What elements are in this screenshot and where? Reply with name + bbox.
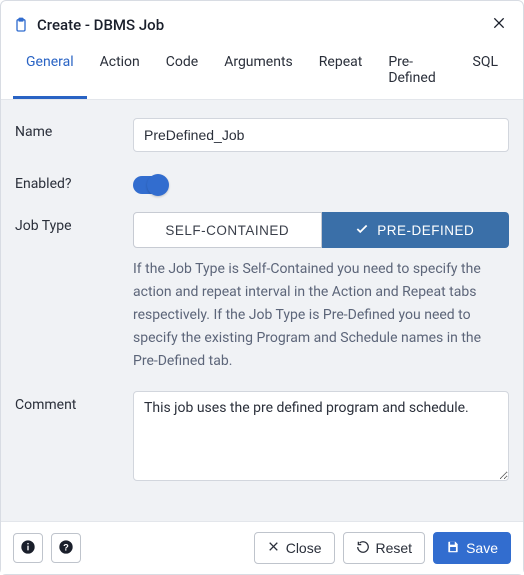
help-button[interactable]: ? [51, 533, 81, 563]
enabled-label: Enabled? [15, 170, 133, 194]
save-button[interactable]: Save [433, 532, 511, 564]
name-label: Name [15, 118, 133, 152]
tab-arguments[interactable]: Arguments [211, 46, 306, 99]
svg-text:?: ? [63, 542, 69, 552]
row-job-type: Job Type SELF-CONTAINED PRE-DEFINED [15, 212, 509, 373]
check-icon [355, 222, 369, 239]
help-icon: ? [58, 539, 74, 558]
job-type-self-contained-label: SELF-CONTAINED [165, 223, 289, 238]
tab-bar: General Action Code Arguments Repeat Pre… [1, 46, 523, 100]
tab-sql[interactable]: SQL [460, 46, 511, 99]
job-type-pre-defined-label: PRE-DEFINED [377, 223, 474, 238]
tab-repeat[interactable]: Repeat [306, 46, 376, 99]
comment-label: Comment [15, 391, 133, 413]
job-type-pre-defined-button[interactable]: PRE-DEFINED [322, 212, 510, 248]
tab-pre-defined[interactable]: Pre-Defined [375, 46, 459, 99]
dialog-title: Create - DBMS Job [37, 16, 479, 34]
reset-button-label: Reset [376, 540, 413, 556]
close-button[interactable]: Close [254, 532, 335, 564]
save-icon [446, 540, 460, 557]
job-type-segment: SELF-CONTAINED PRE-DEFINED [133, 212, 509, 248]
clipboard-icon [13, 17, 29, 33]
name-input[interactable] [133, 118, 509, 152]
dialog-header: Create - DBMS Job [1, 1, 523, 46]
x-icon [267, 540, 280, 556]
job-type-self-contained-button[interactable]: SELF-CONTAINED [133, 212, 322, 248]
info-icon [20, 539, 36, 558]
create-dbms-job-dialog: Create - DBMS Job General Action Code Ar… [0, 0, 524, 575]
tab-action[interactable]: Action [87, 46, 153, 99]
reset-icon [356, 540, 370, 557]
dialog-footer: ? Close Reset [1, 521, 523, 574]
job-type-label: Job Type [15, 212, 133, 234]
tab-code[interactable]: Code [153, 46, 211, 99]
info-button[interactable] [13, 533, 43, 563]
row-enabled: Enabled? [15, 170, 509, 194]
tab-general[interactable]: General [13, 46, 87, 99]
dialog-body: Name Enabled? Job Type SELF-CONTAINED [1, 100, 523, 521]
save-button-label: Save [466, 540, 498, 556]
reset-button[interactable]: Reset [343, 532, 426, 564]
close-button-label: Close [286, 540, 322, 556]
row-name: Name [15, 118, 509, 152]
comment-textarea[interactable] [133, 391, 509, 481]
row-comment: Comment [15, 391, 509, 485]
close-icon[interactable] [487, 11, 511, 38]
enabled-toggle[interactable] [133, 176, 167, 194]
job-type-help-text: If the Job Type is Self-Contained you ne… [133, 258, 509, 373]
